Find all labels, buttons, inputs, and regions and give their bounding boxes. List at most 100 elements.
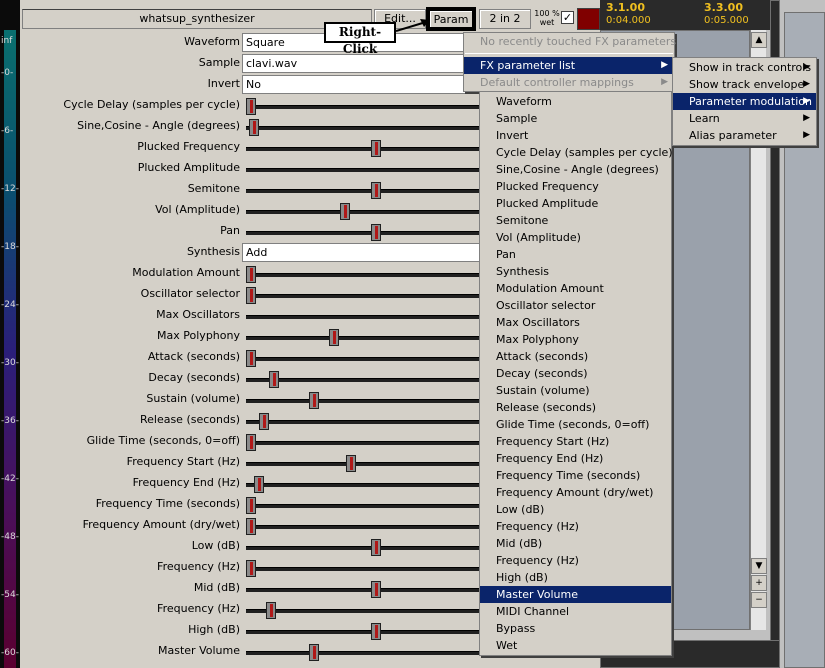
slider-thumb[interactable] [371, 623, 381, 640]
parameter-label: Max Polyphony [157, 329, 240, 342]
meter-tick: -6- [1, 126, 14, 136]
parameter-label: Frequency Amount (dry/wet) [82, 518, 240, 531]
parameter-label: Semitone [187, 182, 240, 195]
slider-thumb[interactable] [371, 224, 381, 241]
slider-thumb[interactable] [246, 350, 256, 367]
menu-item-action[interactable]: Parameter modulation ▶ [673, 93, 816, 110]
menu-item: No recently touched FX parameters [464, 33, 676, 50]
parameter-label: Plucked Frequency [137, 140, 240, 153]
slider-thumb[interactable] [266, 602, 276, 619]
menu-item-param[interactable]: Bypass [480, 620, 671, 637]
menu-item-param[interactable]: Plucked Frequency [480, 178, 671, 195]
menu-item-param[interactable]: MIDI Channel [480, 603, 671, 620]
slider-thumb[interactable] [246, 434, 256, 451]
fx-parameter-list-menu: Waveform Sample Invert Cycle Delay (samples… [479, 91, 673, 656]
slider-thumb[interactable] [258, 413, 269, 430]
wet-label: 100 % wet [534, 9, 560, 27]
menu-item-label: Default controller mappings [480, 76, 634, 89]
slider-thumb[interactable] [371, 140, 381, 157]
menu-item-param[interactable]: Glide Time (seconds, 0=off) [480, 416, 671, 433]
submenu-arrow-icon: ▶ [803, 62, 810, 72]
menu-item-param[interactable]: Frequency (Hz) [480, 518, 671, 535]
slider-thumb[interactable] [253, 476, 264, 493]
menu-item-action[interactable]: Learn ▶ [673, 110, 816, 127]
menu-item-param[interactable]: Modulation Amount [480, 280, 671, 297]
menu-item-param[interactable]: Frequency Amount (dry/wet) [480, 484, 671, 501]
menu-item-param[interactable]: Sustain (volume) [480, 382, 671, 399]
slider-thumb[interactable] [248, 119, 259, 136]
scroll-up-icon[interactable]: ▲ [751, 32, 767, 48]
meter-tick: -48- [1, 532, 19, 542]
menu-item-param[interactable]: Waveform [480, 93, 671, 110]
menu-item-param[interactable]: High (dB) [480, 569, 671, 586]
menu-item-action[interactable]: Show track envelope ▶ [673, 76, 816, 93]
plugin-name-field[interactable]: whatsup_synthesizer [22, 9, 372, 29]
menu-item-param[interactable]: Vol (Amplitude) [480, 229, 671, 246]
ruler-time-2: 3.3.00 [704, 1, 743, 14]
parameter-label: Sample [198, 56, 240, 69]
slider-thumb[interactable] [371, 182, 381, 199]
zoom-in-icon[interactable]: + [751, 575, 767, 591]
slider-thumb[interactable] [346, 455, 356, 472]
menu-item-param[interactable]: Frequency End (Hz) [480, 450, 671, 467]
slider-thumb[interactable] [246, 98, 256, 115]
slider-thumb[interactable] [246, 497, 256, 514]
zoom-out-icon[interactable]: − [751, 592, 767, 608]
slider-thumb[interactable] [246, 266, 256, 283]
ruler-time-1-sub: 0:04.000 [606, 15, 651, 26]
parameter-action-menu: Show in track controls ▶ Show track envelo… [672, 57, 817, 146]
scroll-down-icon[interactable]: ▼ [751, 558, 767, 574]
parameter-value-field[interactable]: No [242, 75, 480, 94]
level-meter: inf -0- -6- -12- -18- -24- -30- -36- -42- -48- -54… [0, 0, 20, 668]
menu-item-param[interactable]: Semitone [480, 212, 671, 229]
slider-thumb[interactable] [339, 203, 350, 220]
callout-arrow-icon [396, 19, 430, 32]
menu-item-param[interactable]: Low (dB) [480, 501, 671, 518]
slider-thumb[interactable] [246, 287, 256, 304]
slider-thumb[interactable] [328, 329, 339, 346]
parameter-label: Frequency Time (seconds) [95, 497, 240, 510]
menu-separator [465, 53, 673, 54]
menu-item-param[interactable]: Frequency (Hz) [480, 552, 671, 569]
parameter-value-field[interactable]: Add [242, 243, 480, 262]
parameter-label: Mid (dB) [193, 581, 240, 594]
meter-tick: -0- [1, 68, 14, 78]
menu-item-param[interactable]: Max Polyphony [480, 331, 671, 348]
menu-item-label: Show in track controls [689, 61, 812, 74]
menu-item-param[interactable]: Decay (seconds) [480, 365, 671, 382]
menu-item-param[interactable]: Sample [480, 110, 671, 127]
menu-item-param[interactable]: Max Oscillators [480, 314, 671, 331]
menu-item-param[interactable]: Frequency Time (seconds) [480, 467, 671, 484]
slider-thumb[interactable] [246, 560, 256, 577]
menu-item-param[interactable]: Synthesis [480, 263, 671, 280]
slider-thumb[interactable] [246, 518, 256, 535]
menu-item-param[interactable]: Invert [480, 127, 671, 144]
menu-item-param[interactable]: Mid (dB) [480, 535, 671, 552]
wet-checkbox[interactable]: ✓ [561, 11, 574, 24]
menu-item-param[interactable]: Attack (seconds) [480, 348, 671, 365]
slider-thumb[interactable] [308, 392, 319, 409]
menu-item-param[interactable]: Release (seconds) [480, 399, 671, 416]
slider-thumb[interactable] [371, 539, 381, 556]
menu-item-param[interactable]: Cycle Delay (samples per cycle) [480, 144, 673, 161]
meter-tick: -60- [1, 648, 19, 658]
parameter-label: Master Volume [158, 644, 240, 657]
slider-thumb[interactable] [308, 644, 319, 661]
menu-item[interactable]: FX parameter list ▶ [464, 57, 674, 74]
menu-item-param[interactable]: Pan [480, 246, 671, 263]
parameter-label: Frequency Start (Hz) [126, 455, 240, 468]
io-button[interactable]: 2 in 2 out [479, 9, 531, 43]
menu-item-param[interactable]: Sine,Cosine - Angle (degrees) [480, 161, 671, 178]
slider-thumb[interactable] [371, 581, 381, 598]
slider-thumb[interactable] [268, 371, 279, 388]
wet-knob[interactable] [577, 8, 600, 30]
menu-item-action[interactable]: Show in track controls ▶ [673, 59, 816, 76]
timeline-ruler[interactable]: 3.1.00 0:04.000 3.3.00 0:05.000 [600, 0, 780, 30]
menu-item-action[interactable]: Alias parameter ▶ [673, 127, 816, 144]
menu-item-param[interactable]: Oscillator selector [480, 297, 671, 314]
menu-item-param[interactable]: Wet [480, 637, 671, 654]
param-button[interactable]: Param [428, 9, 474, 29]
menu-item-param[interactable]: Plucked Amplitude [480, 195, 671, 212]
menu-item-param[interactable]: Frequency Start (Hz) [480, 433, 671, 450]
menu-item-param[interactable]: Master Volume [480, 586, 671, 603]
